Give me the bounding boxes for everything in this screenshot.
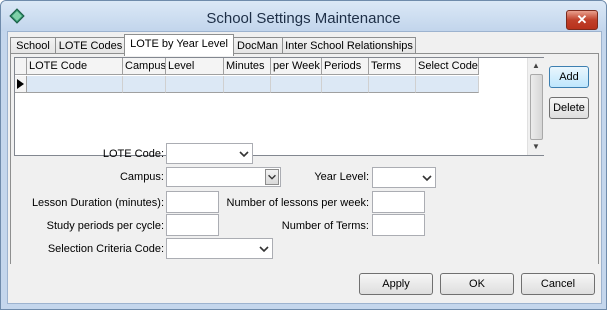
study-periods-input[interactable] <box>166 214 219 236</box>
cell-periods[interactable] <box>322 76 369 93</box>
cell-per-week[interactable] <box>271 76 322 93</box>
scroll-down-icon[interactable]: ▼ <box>528 140 544 154</box>
dialog-window: School Settings Maintenance ✕ School LOT… <box>0 0 607 310</box>
cell-campus[interactable] <box>123 76 166 93</box>
scroll-up-icon[interactable]: ▲ <box>528 59 544 73</box>
column-header-lote-code[interactable]: LOTE Code <box>27 58 123 75</box>
dialog-footer: Apply OK Cancel <box>8 264 601 303</box>
number-of-terms-label: Number of Terms: <box>281 220 369 232</box>
scrollbar-thumb[interactable] <box>530 74 543 140</box>
chevron-down-icon <box>239 151 249 158</box>
window-title: School Settings Maintenance <box>206 10 401 27</box>
title-bar[interactable]: School Settings Maintenance ✕ <box>1 1 606 31</box>
cell-level[interactable] <box>166 76 224 93</box>
campus-label: Campus: <box>119 171 164 183</box>
column-header-terms[interactable]: Terms <box>369 58 416 75</box>
close-button[interactable]: ✕ <box>566 10 598 30</box>
column-header-level[interactable]: Level <box>166 58 224 75</box>
column-header-per-week[interactable]: per Week <box>271 58 322 75</box>
selection-criteria-dropdown[interactable] <box>166 238 273 259</box>
row-header-corner <box>15 58 27 75</box>
column-header-select-code[interactable]: Select Code <box>416 58 479 75</box>
current-row-arrow-icon <box>17 79 24 89</box>
cell-lote-code[interactable] <box>27 76 123 93</box>
lote-code-label: LOTE Code: <box>102 148 164 160</box>
delete-button[interactable]: Delete <box>549 97 589 119</box>
chevron-down-icon <box>422 175 432 182</box>
cancel-button[interactable]: Cancel <box>521 273 595 295</box>
study-periods-label: Study periods per cycle: <box>46 220 164 232</box>
dialog-client-area: School LOTE Codes LOTE by Year Level Doc… <box>7 31 602 304</box>
cell-minutes[interactable] <box>224 76 271 93</box>
tab-panel: LOTE Code Campus Level Minutes per Week … <box>10 53 599 265</box>
close-icon: ✕ <box>576 12 588 27</box>
column-header-minutes[interactable]: Minutes <box>224 58 271 75</box>
cell-select-code[interactable] <box>416 76 479 93</box>
tab-lote-by-year-level[interactable]: LOTE by Year Level <box>124 34 234 56</box>
lote-code-dropdown[interactable] <box>166 143 253 164</box>
lesson-duration-input[interactable] <box>166 191 219 213</box>
chevron-down-icon <box>259 246 269 253</box>
lote-grid[interactable]: LOTE Code Campus Level Minutes per Week … <box>14 57 544 156</box>
apply-button[interactable]: Apply <box>359 273 433 295</box>
cell-terms[interactable] <box>369 76 416 93</box>
column-header-campus[interactable]: Campus <box>123 58 166 75</box>
lesson-duration-label: Lesson Duration (minutes): <box>31 197 164 209</box>
selection-criteria-label: Selection Criteria Code: <box>47 243 164 255</box>
number-of-terms-input[interactable] <box>372 214 425 236</box>
year-level-label: Year Level: <box>314 171 369 183</box>
lessons-per-week-label: Number of lessons per week: <box>226 197 369 209</box>
ok-button[interactable]: OK <box>440 273 514 295</box>
grid-vertical-scrollbar[interactable]: ▲ ▼ <box>527 58 544 155</box>
row-selector[interactable] <box>15 76 27 93</box>
year-level-dropdown[interactable] <box>372 167 436 188</box>
column-header-periods[interactable]: Periods <box>322 58 369 75</box>
add-button[interactable]: Add <box>549 66 589 88</box>
lessons-per-week-input[interactable] <box>372 191 425 213</box>
